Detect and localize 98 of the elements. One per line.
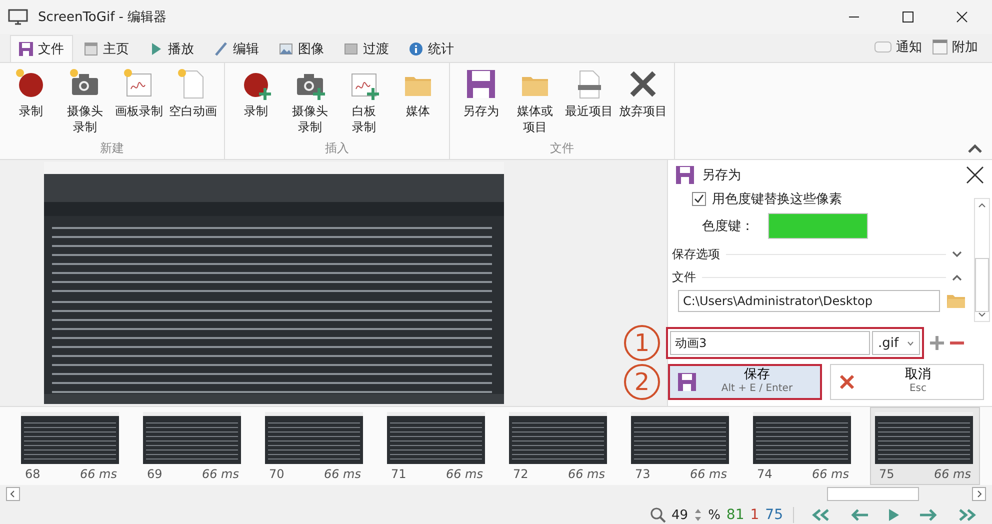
top-link[interactable]: 附加 xyxy=(928,38,982,62)
frame-delay: 66 ms xyxy=(812,467,849,481)
zoom-unit: % xyxy=(708,508,720,522)
previous-arrow-icon[interactable] xyxy=(850,508,870,522)
frame-thumbnail[interactable]: 73 66 ms xyxy=(626,407,736,485)
ribbon-tab[interactable]: 文件 xyxy=(10,35,73,62)
ribbon-button[interactable]: 媒体 xyxy=(391,63,445,140)
frame-delay: 66 ms xyxy=(202,467,239,481)
top-link[interactable]: 通知 xyxy=(870,38,926,62)
color-swatch[interactable] xyxy=(768,213,868,239)
ribbon-tab[interactable]: 编辑 xyxy=(205,35,268,62)
folder-icon[interactable] xyxy=(946,293,966,309)
checkbox-label: 用色度键替换这些像素 xyxy=(712,191,842,208)
frame-number: 69 xyxy=(147,467,162,481)
ribbon-button[interactable]: 录制 xyxy=(4,63,58,140)
search-icon xyxy=(650,507,666,523)
frame-delay: 66 ms xyxy=(690,467,727,481)
ribbon-tab[interactable]: 统计 xyxy=(400,35,463,62)
frame-count: 81 xyxy=(726,507,744,523)
ribbon-button[interactable]: 画板录制 xyxy=(112,63,166,140)
scroll-right-icon[interactable] xyxy=(972,487,986,501)
spinner-icon[interactable] xyxy=(694,508,702,522)
frame-delay: 66 ms xyxy=(80,467,117,481)
frame-thumbnail[interactable]: 71 66 ms xyxy=(382,407,492,485)
save-icon xyxy=(676,166,694,184)
checkbox[interactable] xyxy=(692,192,706,206)
close-icon[interactable] xyxy=(956,11,968,23)
frame-number: 68 xyxy=(25,467,40,481)
ribbon-tab[interactable]: 主页 xyxy=(75,35,138,62)
frame-count: 1 xyxy=(750,507,760,523)
chevron-icon xyxy=(952,274,962,280)
filename-field[interactable]: 动画3 xyxy=(670,331,870,355)
panel-title: 另存为 xyxy=(702,167,741,184)
ribbon-button[interactable]: 录制 xyxy=(229,63,283,140)
scroll-down-icon xyxy=(978,312,986,318)
frame-number: 72 xyxy=(513,467,528,481)
ribbon-tab[interactable]: 过渡 xyxy=(335,35,398,62)
cancel-button[interactable]: 取消 Esc xyxy=(830,364,984,400)
ribbon-button[interactable]: 最近项目 xyxy=(562,63,616,140)
frame-thumbnail[interactable]: 68 66 ms xyxy=(16,407,126,485)
ribbon-tab[interactable]: 播放 xyxy=(140,35,203,62)
maximize-icon[interactable] xyxy=(902,11,914,23)
scrollbar[interactable] xyxy=(974,198,990,322)
step-marker: 2 xyxy=(624,364,660,400)
ribbon-button[interactable]: 摄像头 录制 xyxy=(283,63,337,140)
window-icon xyxy=(84,42,98,56)
window-title: ScreenToGif - 编辑器 xyxy=(38,9,167,26)
frame-delay: 66 ms xyxy=(934,467,971,481)
ribbon-button[interactable]: 空白动画 xyxy=(166,63,220,140)
ribbon-button[interactable]: 摄像头 录制 xyxy=(58,63,112,140)
scroll-up-icon xyxy=(978,202,986,208)
folder-path-field[interactable]: C:\Users\Administrator\Desktop xyxy=(678,290,940,312)
monitor-icon xyxy=(8,9,28,25)
frame-number: 75 xyxy=(879,467,894,481)
frame-number: 71 xyxy=(391,467,406,481)
step-marker: 1 xyxy=(624,325,660,361)
section-header[interactable]: 保存选项 xyxy=(672,244,968,264)
play-icon xyxy=(149,42,163,56)
frame-number: 74 xyxy=(757,467,772,481)
play-icon[interactable] xyxy=(888,508,900,522)
ribbon-button[interactable]: 媒体或 项目 xyxy=(508,63,562,140)
ribbon-button[interactable]: 另存为 xyxy=(454,63,508,140)
group-label: 新建 xyxy=(99,140,125,157)
ribbon-button[interactable]: 白板 录制 xyxy=(337,63,391,140)
frame-thumbnail[interactable]: 74 66 ms xyxy=(748,407,858,485)
frame-number: 70 xyxy=(269,467,284,481)
frame-thumbnail[interactable]: 70 66 ms xyxy=(260,407,370,485)
scroll-left-icon[interactable] xyxy=(6,487,20,501)
extension-dropdown[interactable]: .gif xyxy=(872,331,920,355)
tag-icon xyxy=(874,41,892,53)
frame-thumbnail[interactable]: 69 66 ms xyxy=(138,407,248,485)
layers-icon xyxy=(344,42,358,56)
image-icon xyxy=(279,42,293,56)
cross-icon xyxy=(839,374,855,390)
section-header[interactable]: 文件 xyxy=(672,267,968,287)
ribbon-button[interactable]: 放弃项目 xyxy=(616,63,670,140)
caret-icon xyxy=(906,340,914,346)
frame-delay: 66 ms xyxy=(324,467,361,481)
pen-icon xyxy=(214,42,228,56)
close-icon[interactable] xyxy=(966,166,984,184)
collapse-icon[interactable] xyxy=(968,144,982,153)
frame-thumbnail[interactable]: 75 66 ms xyxy=(870,407,980,485)
save-button[interactable]: 保存 Alt + E / Enter xyxy=(668,364,822,400)
window-icon xyxy=(932,39,948,55)
frame-delay: 66 ms xyxy=(446,467,483,481)
chroma-key-label: 色度键： xyxy=(702,218,754,235)
chevron-icon xyxy=(952,250,962,258)
frame-thumbnail[interactable]: 72 66 ms xyxy=(504,407,614,485)
zoom-value[interactable]: 49 xyxy=(672,508,688,522)
next-arrow-icon[interactable] xyxy=(918,508,938,522)
ribbon-tab[interactable]: 图像 xyxy=(270,35,333,62)
info-icon xyxy=(409,42,423,56)
frame-delay: 66 ms xyxy=(568,467,605,481)
frame-count: 75 xyxy=(765,507,783,523)
group-label: 插入 xyxy=(324,140,350,157)
plus-icon[interactable] xyxy=(930,336,944,350)
group-label: 文件 xyxy=(549,140,575,157)
frame-number: 73 xyxy=(635,467,650,481)
